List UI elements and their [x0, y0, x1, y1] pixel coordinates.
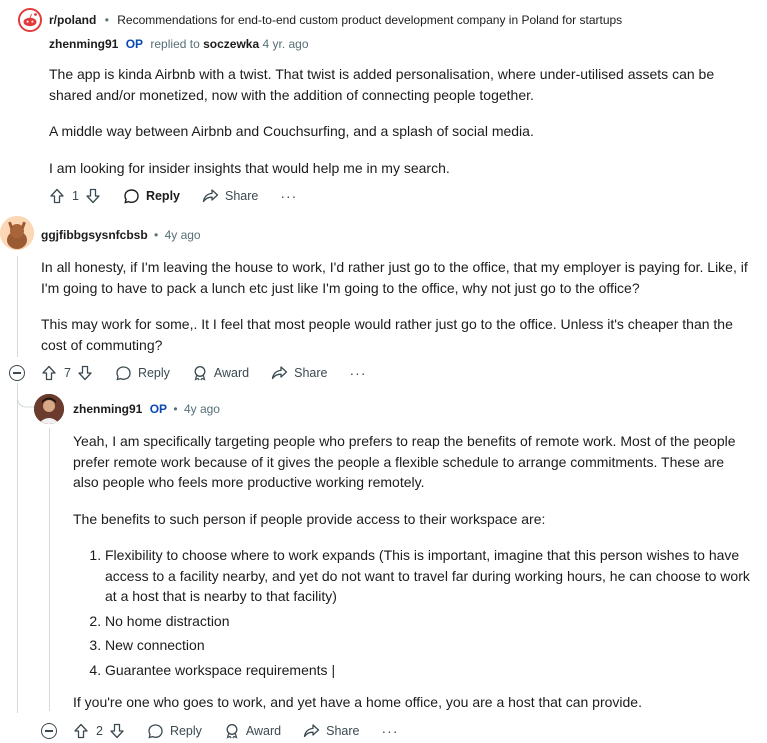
share-button[interactable]: Share: [202, 188, 258, 204]
comment3-paragraph: Yeah, I am specifically targeting people…: [73, 433, 736, 490]
share-icon: [303, 723, 320, 739]
meta-dot: •: [173, 402, 178, 416]
comment3-paragraph: The benefits to such person if people pr…: [73, 510, 546, 527]
post-header: r/poland • Recommendations for end-to-en…: [49, 12, 622, 28]
comment1-paragraph: I am looking for insider insights that w…: [49, 159, 450, 176]
share-button[interactable]: Share: [271, 365, 328, 381]
list-item: Flexibility to choose where to work expa…: [105, 545, 753, 607]
thread-line[interactable]: [49, 428, 50, 711]
share-label: Share: [294, 366, 328, 380]
collapse-thread-button[interactable]: [41, 723, 57, 739]
comment2-body: In all honesty, if I'm leaving the house…: [41, 257, 751, 371]
header-separator: •: [104, 13, 109, 27]
user-avatar-icon: [34, 394, 64, 424]
award-label: Award: [245, 724, 282, 738]
vote-group: 2: [73, 723, 125, 739]
list-item: No home distraction: [105, 611, 753, 632]
comment-bubble-icon: [147, 723, 164, 740]
comment2-paragraph: In all honesty, if I'm leaving the house…: [41, 259, 748, 296]
upvote-icon[interactable]: [49, 188, 65, 204]
award-icon: [224, 723, 240, 739]
user-avatar-icon: [0, 216, 34, 250]
comment3-action-bar: 2 Reply Award Share ···: [73, 719, 399, 743]
upvote-icon[interactable]: [41, 365, 57, 381]
reddit-alien-icon: [20, 10, 40, 30]
downvote-icon[interactable]: [109, 723, 125, 739]
avatar[interactable]: [34, 394, 64, 424]
more-options-icon[interactable]: ···: [350, 365, 367, 381]
award-icon: [192, 365, 208, 381]
comment1-action-bar: 1 Reply Share ···: [49, 184, 297, 208]
reply-button[interactable]: Reply: [115, 365, 170, 382]
benefits-list: Flexibility to choose where to work expa…: [73, 545, 753, 680]
comment3-time: 4y ago: [183, 402, 220, 416]
share-icon: [202, 188, 219, 204]
comment3-meta: zhenming91 OP • 4y ago: [73, 401, 220, 417]
op-badge: OP: [125, 37, 144, 51]
award-label: Award: [213, 366, 250, 380]
more-options-icon[interactable]: ···: [280, 188, 297, 204]
vote-count: 2: [96, 724, 103, 738]
comment-bubble-icon: [115, 365, 132, 382]
comment3-author[interactable]: zhenming91: [73, 402, 142, 416]
award-button[interactable]: Award: [224, 723, 281, 739]
comment2-meta: ggjfibbgsysnfcbsb • 4y ago: [41, 227, 201, 243]
downvote-icon[interactable]: [85, 188, 101, 204]
share-button[interactable]: Share: [303, 723, 360, 739]
thread-line[interactable]: [17, 256, 18, 357]
vote-group: 1: [49, 188, 101, 204]
comment1-author[interactable]: zhenming91: [49, 37, 118, 51]
reply-button[interactable]: Reply: [123, 188, 180, 205]
comment1-time: 4 yr. ago: [262, 37, 309, 51]
downvote-icon[interactable]: [77, 365, 93, 381]
reply-button[interactable]: Reply: [147, 723, 202, 740]
vote-count: 1: [72, 189, 79, 203]
reply-label: Reply: [137, 366, 170, 380]
collapse-thread-button[interactable]: [9, 365, 25, 381]
comment2-author[interactable]: ggjfibbgsysnfcbsb: [41, 228, 148, 242]
share-icon: [271, 365, 288, 381]
meta-dot: •: [154, 228, 159, 242]
comment1-body: The app is kinda Airbnb with a twist. Th…: [49, 64, 749, 194]
comment1-meta: zhenming91 OP replied to soczewka 4 yr. …: [49, 36, 309, 52]
comment-bubble-icon: [123, 188, 140, 205]
reply-label: Reply: [145, 189, 180, 203]
op-badge: OP: [149, 402, 168, 416]
comment1-paragraph: A middle way between Airbnb and Couchsur…: [49, 123, 534, 139]
comment1-paragraph: The app is kinda Airbnb with a twist. Th…: [49, 66, 715, 103]
comment3-closing: If you're one who goes to work, and yet …: [73, 694, 642, 710]
vote-group: 7: [41, 365, 93, 381]
comment3-body: Yeah, I am specifically targeting people…: [73, 431, 753, 729]
share-label: Share: [225, 189, 259, 203]
more-options-icon[interactable]: ···: [382, 723, 399, 739]
share-label: Share: [326, 724, 360, 738]
reply-label: Reply: [169, 724, 202, 738]
comment2-time: 4y ago: [164, 228, 201, 242]
subreddit-link[interactable]: r/poland: [49, 13, 96, 27]
list-item: New connection: [105, 635, 753, 656]
award-button[interactable]: Award: [192, 365, 249, 381]
thread-line[interactable]: [17, 383, 18, 713]
vote-count: 7: [64, 366, 71, 380]
replied-to-text: replied to: [150, 37, 200, 51]
avatar[interactable]: [0, 216, 34, 250]
comment2-action-bar: 7 Reply Award Share ···: [41, 361, 367, 385]
replied-to-user[interactable]: soczewka: [203, 37, 259, 51]
subreddit-avatar[interactable]: [18, 8, 42, 32]
post-title-link[interactable]: Recommendations for end-to-end custom pr…: [117, 13, 622, 27]
list-item: Guarantee workspace requirements |: [105, 660, 753, 681]
comment2-paragraph: This may work for some,. It I feel that …: [41, 316, 733, 353]
upvote-icon[interactable]: [73, 723, 89, 739]
